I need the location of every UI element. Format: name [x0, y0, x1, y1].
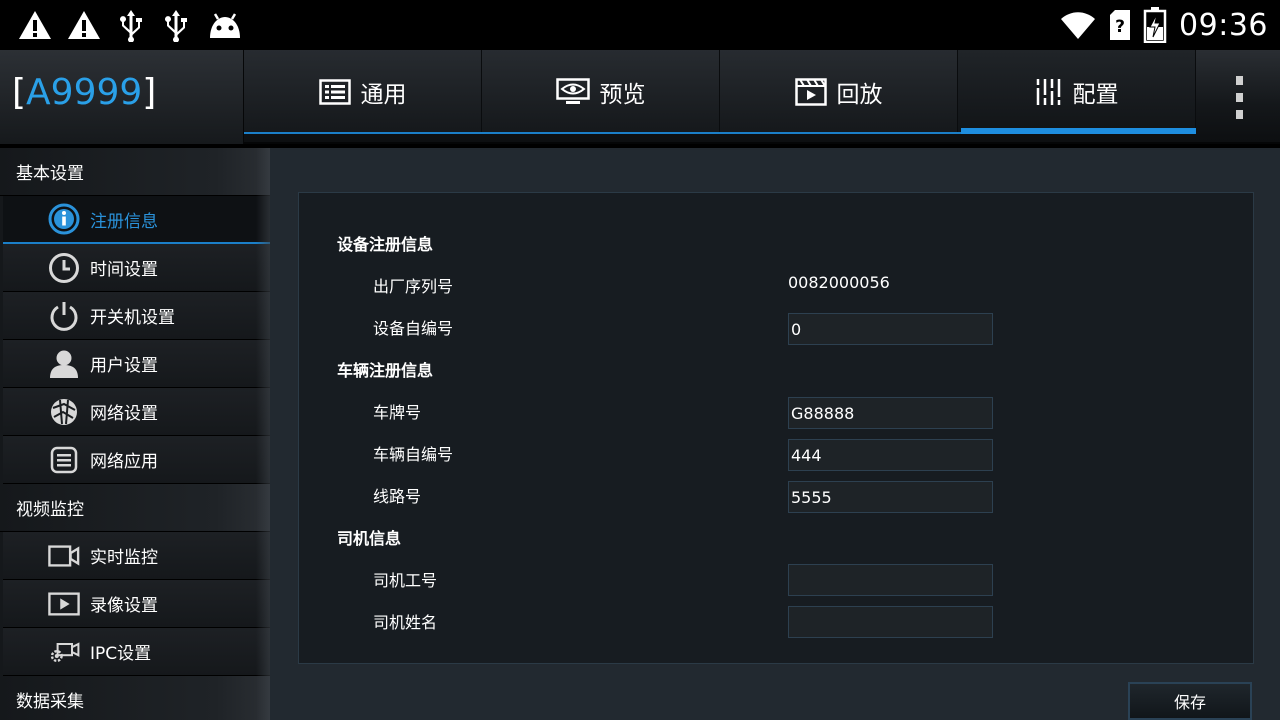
- more-menu-button[interactable]: [1198, 50, 1280, 144]
- sim-unknown-icon: ?: [1110, 10, 1131, 40]
- driver-name-input[interactable]: [788, 606, 993, 638]
- device-model: A9999: [26, 72, 143, 113]
- tab-config[interactable]: 配置: [958, 50, 1196, 134]
- sidebar-item-label: 网络应用: [90, 452, 158, 472]
- serial-number-label: 出厂序列号: [373, 277, 454, 296]
- sidebar-item-ipc[interactable]: IPC设置: [3, 628, 270, 676]
- tab-label: 通用: [360, 82, 407, 108]
- sidebar-item-network-app[interactable]: 网络应用: [3, 436, 270, 484]
- sidebar-group-basic: 基本设置: [0, 148, 270, 196]
- clock-icon: [48, 252, 80, 284]
- info-icon: [48, 203, 80, 235]
- sidebar-item-user[interactable]: 用户设置: [3, 340, 270, 388]
- android-icon: [210, 13, 240, 38]
- save-button[interactable]: 保存: [1128, 682, 1252, 720]
- section-device-registration: 设备注册信息: [337, 235, 434, 254]
- sidebar-item-power[interactable]: 开关机设置: [3, 292, 270, 340]
- notification-icons: [18, 8, 244, 42]
- sidebar-item-registration[interactable]: 注册信息: [3, 196, 270, 244]
- plate-number-label: 车牌号: [373, 403, 422, 422]
- tab-label: 预览: [599, 82, 646, 108]
- warning-icon: [68, 11, 100, 39]
- sidebar-item-label: 开关机设置: [90, 308, 175, 328]
- main-tabs: 通用 预览 回放 配置: [244, 50, 1196, 134]
- section-vehicle-registration: 车辆注册信息: [337, 361, 434, 380]
- device-logo: [A9999]: [12, 72, 157, 113]
- network-globe-icon: [48, 396, 80, 428]
- video-camera-icon: [48, 540, 80, 572]
- sidebar-group-video: 视频监控: [0, 484, 270, 532]
- logo-area: [A9999]: [0, 50, 244, 144]
- tab-preview[interactable]: 预览: [482, 50, 720, 134]
- tab-label: 配置: [1072, 82, 1119, 108]
- sidebar-item-label: 录像设置: [90, 596, 158, 616]
- tab-general[interactable]: 通用: [244, 50, 482, 134]
- sidebar-item-label: 用户设置: [90, 356, 158, 376]
- route-number-label: 线路号: [373, 487, 422, 506]
- svg-text:?: ?: [1115, 17, 1125, 37]
- user-icon: [48, 348, 80, 380]
- sidebar-item-label: IPC设置: [90, 644, 152, 664]
- playback-icon: [794, 78, 827, 106]
- battery-charging-icon: [1143, 7, 1167, 43]
- sidebar-item-label: 注册信息: [90, 211, 158, 232]
- settings-sidebar: 基本设置 注册信息 时间设置 开关机设置 用户设置 网络设置 网络应用 视频监控…: [0, 148, 270, 720]
- tab-playback[interactable]: 回放: [720, 50, 958, 134]
- route-number-input[interactable]: 5555: [788, 481, 993, 513]
- usb-icon: [120, 10, 142, 42]
- sidebar-item-label: 时间设置: [90, 260, 158, 280]
- vehicle-number-label: 车辆自编号: [373, 445, 454, 464]
- device-number-label: 设备自编号: [373, 319, 454, 338]
- sidebar-group-data: 数据采集: [0, 676, 270, 720]
- driver-name-label: 司机姓名: [373, 613, 438, 632]
- plate-number-input[interactable]: G88888: [788, 397, 993, 429]
- sidebar-item-recording[interactable]: 录像设置: [3, 580, 270, 628]
- sidebar-item-label: 网络设置: [90, 404, 158, 424]
- active-tab-indicator: [961, 128, 1196, 134]
- sidebar-item-time[interactable]: 时间设置: [3, 244, 270, 292]
- monitor-eye-icon: [555, 78, 590, 104]
- video-play-icon: [48, 588, 80, 620]
- sidebar-item-live-monitor[interactable]: 实时监控: [3, 532, 270, 580]
- section-driver-info: 司机信息: [337, 529, 402, 548]
- sidebar-item-network[interactable]: 网络设置: [3, 388, 270, 436]
- network-app-icon: [48, 444, 80, 476]
- vehicle-number-input[interactable]: 444: [788, 439, 993, 471]
- power-icon: [48, 300, 80, 332]
- wifi-icon: [1061, 12, 1096, 39]
- tab-label: 回放: [836, 82, 883, 108]
- more-vertical-icon: [1235, 75, 1243, 85]
- driver-id-label: 司机工号: [373, 571, 438, 590]
- list-icon: [318, 79, 351, 105]
- content-area: 设备注册信息 出厂序列号 0082000056 设备自编号 0 车辆注册信息 车…: [270, 148, 1280, 720]
- usb-icon: [165, 10, 187, 42]
- driver-id-input[interactable]: [788, 564, 993, 596]
- serial-number-value: 0082000056: [788, 273, 890, 292]
- registration-panel: 设备注册信息 出厂序列号 0082000056 设备自编号 0 车辆注册信息 车…: [298, 192, 1254, 664]
- sidebar-item-label: 实时监控: [90, 548, 158, 568]
- clock: 09:36: [1179, 7, 1268, 43]
- sliders-icon: [1035, 79, 1061, 105]
- warning-icon: [19, 11, 51, 39]
- ipc-camera-icon: [48, 636, 80, 668]
- status-bar: ? 09:36: [0, 0, 1280, 50]
- app-header: [A9999] 通用 预览 回放 配置: [0, 50, 1280, 144]
- device-number-input[interactable]: 0: [788, 313, 993, 345]
- system-tray: ? 09:36: [1059, 4, 1268, 46]
